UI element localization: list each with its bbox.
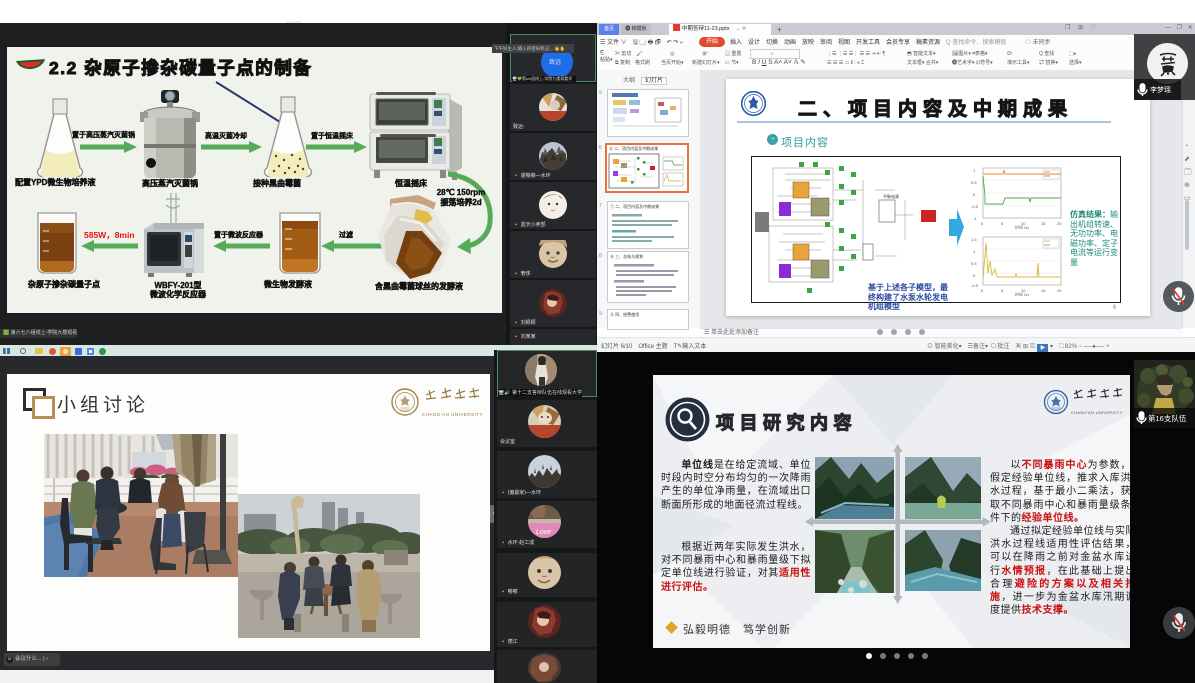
svg-text:-0.5: -0.5 <box>971 283 979 288</box>
svg-text:20: 20 <box>1057 288 1062 293</box>
svg-text:-0.5: -0.5 <box>971 204 979 209</box>
svg-text:15: 15 <box>1041 288 1046 293</box>
svg-text:0.5: 0.5 <box>971 180 977 185</box>
svg-text:20: 20 <box>1057 221 1062 226</box>
svg-text:15: 15 <box>1041 221 1046 226</box>
svg-text:时间 (s): 时间 (s) <box>1015 291 1029 296</box>
svg-text:平衡电源: 平衡电源 <box>883 193 899 199</box>
svg-text:0.5: 0.5 <box>971 261 977 266</box>
svg-text:Love: Love <box>536 529 551 536</box>
svg-text:时间 (s): 时间 (s) <box>1015 224 1029 229</box>
svg-text:CHANG'AN UNIVERSITY: CHANG'AN UNIVERSITY <box>422 412 482 417</box>
svg-text:1.5: 1.5 <box>971 237 977 242</box>
svg-text:CHANG'AN UNIVERSITY: CHANG'AN UNIVERSITY <box>1071 410 1123 415</box>
